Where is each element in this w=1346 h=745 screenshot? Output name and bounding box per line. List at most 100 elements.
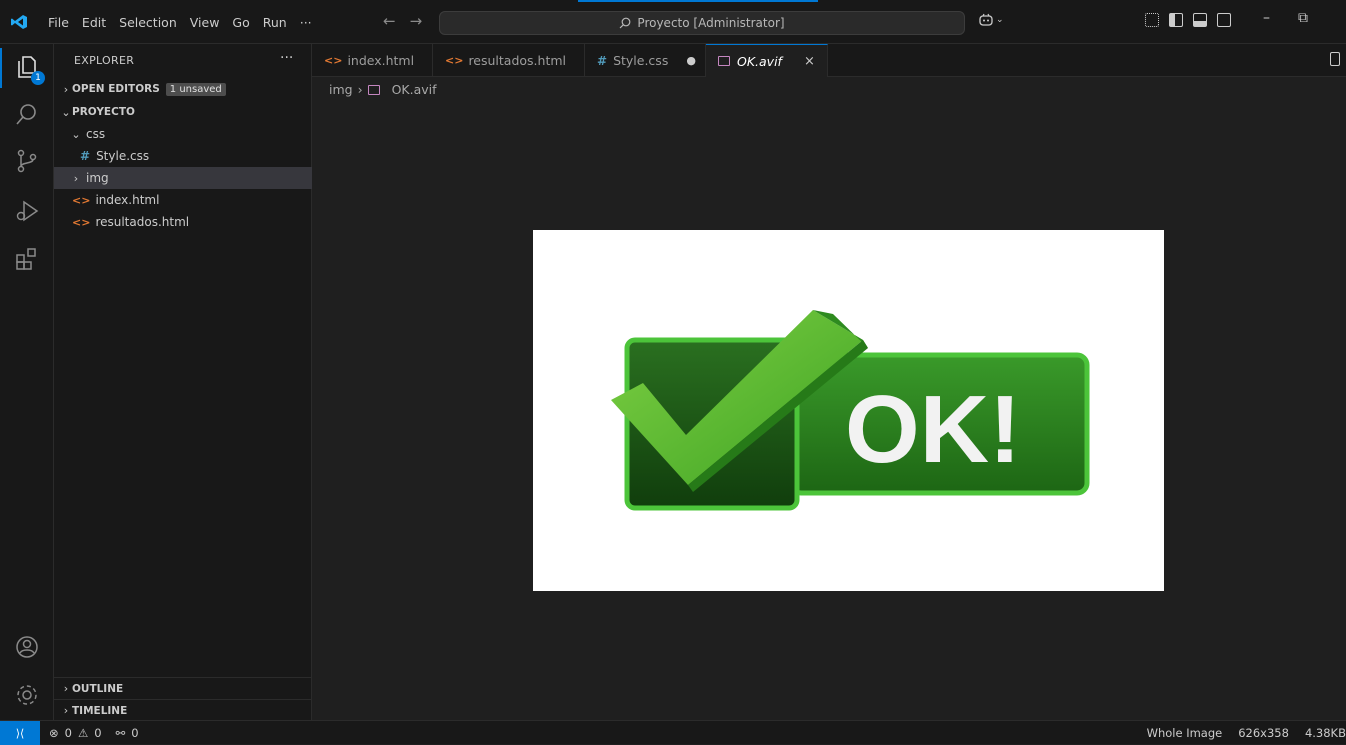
problems-indicator[interactable]: ⊗ 0 ⚠ 0 ⚯ 0 xyxy=(49,726,139,740)
editor-tabs: <> index.html <> resultados.html # Style… xyxy=(312,44,1346,77)
explorer-more-actions[interactable]: ··· xyxy=(280,50,293,66)
explorer-sidebar: EXPLORER ··· › OPEN EDITORS 1 unsaved ⌄ … xyxy=(54,44,312,720)
css-file-icon: # xyxy=(80,149,91,163)
accounts-icon[interactable] xyxy=(14,634,40,660)
tree-item-label: index.html xyxy=(95,193,160,207)
ok-text: OK! xyxy=(845,376,1021,483)
active-indicator xyxy=(0,48,2,88)
split-editor-icon[interactable] xyxy=(1330,52,1340,66)
image-dimensions: 626x358 xyxy=(1238,726,1289,740)
menu-selection[interactable]: Selection xyxy=(119,15,177,30)
chevron-down-icon: ⌄ xyxy=(61,105,71,119)
html-file-icon: <> xyxy=(72,215,91,229)
copilot-icon xyxy=(979,13,993,26)
zoom-level[interactable]: Whole Image xyxy=(1147,726,1223,740)
breadcrumb-file[interactable]: OK.avif xyxy=(392,82,437,97)
close-icon[interactable]: × xyxy=(804,54,815,69)
search-icon xyxy=(620,17,631,29)
open-editors-label: OPEN EDITORS xyxy=(72,83,160,95)
vscode-logo-icon xyxy=(11,15,27,29)
image-file-icon xyxy=(367,84,380,95)
tree-item-style-css[interactable]: # Style.css xyxy=(54,145,312,167)
menu-go[interactable]: Go xyxy=(232,15,249,30)
tree-item-label: img xyxy=(86,171,109,185)
image-preview: OK! xyxy=(533,230,1164,591)
tab-style-css[interactable]: # Style.css ● xyxy=(585,44,706,77)
tab-ok-avif[interactable]: OK.avif × xyxy=(706,44,828,77)
copilot-button[interactable]: ⌄ xyxy=(978,13,1004,27)
chevron-right-icon: › xyxy=(63,704,69,717)
toggle-panel-icon[interactable] xyxy=(1193,13,1207,27)
project-section[interactable]: ⌄ PROYECTO xyxy=(54,101,312,123)
ports-count: 0 xyxy=(131,726,139,740)
project-label: PROYECTO xyxy=(72,106,135,118)
tab-index-html[interactable]: <> index.html xyxy=(312,44,433,77)
menu-run[interactable]: Run xyxy=(263,15,287,30)
tree-item-label: resultados.html xyxy=(95,215,190,229)
activity-bar: 1 xyxy=(0,44,54,720)
menu-more[interactable]: ··· xyxy=(300,15,312,30)
menu-edit[interactable]: Edit xyxy=(82,15,106,30)
tree-item-resultados-html[interactable]: <> resultados.html xyxy=(54,211,312,233)
tree-item-css-folder[interactable]: ⌄ css xyxy=(54,123,312,145)
open-editors-section[interactable]: › OPEN EDITORS 1 unsaved xyxy=(54,78,312,100)
toggle-primary-sidebar-icon[interactable] xyxy=(1169,13,1183,27)
breadcrumb: img › OK.avif xyxy=(329,82,437,97)
tab-resultados-html[interactable]: <> resultados.html xyxy=(433,44,585,77)
tab-label: index.html xyxy=(347,53,415,68)
tab-label: OK.avif xyxy=(737,53,782,69)
source-control-icon[interactable] xyxy=(14,148,40,174)
status-right: Whole Image 626x358 4.38KB xyxy=(1147,726,1346,740)
html-file-icon: <> xyxy=(445,54,464,67)
settings-gear-icon[interactable] xyxy=(14,682,40,708)
breadcrumb-folder[interactable]: img xyxy=(329,82,353,97)
explorer-badge: 1 xyxy=(31,71,45,85)
tree-item-index-html[interactable]: <> index.html xyxy=(54,189,312,211)
command-center-search[interactable]: Proyecto [Administrator] xyxy=(439,11,965,35)
menu-bar: File Edit Selection View Go Run ··· xyxy=(48,15,312,30)
tree-item-label: Style.css xyxy=(96,149,150,163)
warning-icon: ⚠ xyxy=(77,726,89,740)
status-bar: ⟩⟨ ⊗ 0 ⚠ 0 ⚯ 0 Whole Image 626x358 4.38K… xyxy=(0,720,1346,745)
unsaved-badge: 1 unsaved xyxy=(165,82,226,96)
run-debug-icon[interactable] xyxy=(14,198,40,224)
layout-controls xyxy=(1145,13,1231,27)
chevron-right-icon: › xyxy=(63,82,69,96)
toggle-secondary-sidebar-icon[interactable] xyxy=(1217,13,1231,27)
timeline-section[interactable]: › TIMELINE xyxy=(54,699,312,721)
explorer-title: EXPLORER xyxy=(74,54,135,67)
forward-arrow-icon[interactable]: → xyxy=(410,12,423,30)
window-controls: – ⧉ xyxy=(1263,10,1308,26)
timeline-label: TIMELINE xyxy=(72,704,128,717)
tree-item-img-folder[interactable]: › img xyxy=(54,167,312,189)
chevron-down-icon: ⌄ xyxy=(71,127,81,141)
minimize-icon[interactable]: – xyxy=(1263,10,1270,26)
remote-indicator-icon[interactable]: ⟩⟨ xyxy=(0,721,40,745)
error-icon: ⊗ xyxy=(49,726,59,740)
restore-icon[interactable]: ⧉ xyxy=(1298,10,1308,26)
error-count: 0 xyxy=(64,726,72,740)
tab-label: Style.css xyxy=(613,53,669,68)
ok-checkmark-image: OK! xyxy=(611,310,1090,511)
image-file-size: 4.38KB xyxy=(1304,726,1346,740)
html-file-icon: <> xyxy=(72,193,91,207)
chevron-right-icon: › xyxy=(73,171,79,185)
menu-view[interactable]: View xyxy=(190,15,220,30)
warning-count: 0 xyxy=(94,726,102,740)
extensions-icon[interactable] xyxy=(14,246,40,272)
css-file-icon: # xyxy=(597,53,608,68)
search-icon[interactable] xyxy=(14,102,40,128)
title-bar: File Edit Selection View Go Run ··· ← → … xyxy=(0,0,1346,44)
back-arrow-icon[interactable]: ← xyxy=(383,12,396,30)
chevron-right-icon: › xyxy=(357,82,363,97)
nav-buttons: ← → xyxy=(383,12,422,30)
customize-layout-icon[interactable] xyxy=(1145,13,1159,27)
tree-item-label: css xyxy=(86,127,106,141)
html-file-icon: <> xyxy=(324,54,343,67)
menu-file[interactable]: File xyxy=(48,15,69,30)
outline-label: OUTLINE xyxy=(72,682,124,695)
ports-icon: ⚯ xyxy=(115,726,126,740)
outline-section[interactable]: › OUTLINE xyxy=(54,677,312,699)
unsaved-dot-icon[interactable]: ● xyxy=(686,54,696,67)
command-center-label: Proyecto [Administrator] xyxy=(637,16,785,30)
